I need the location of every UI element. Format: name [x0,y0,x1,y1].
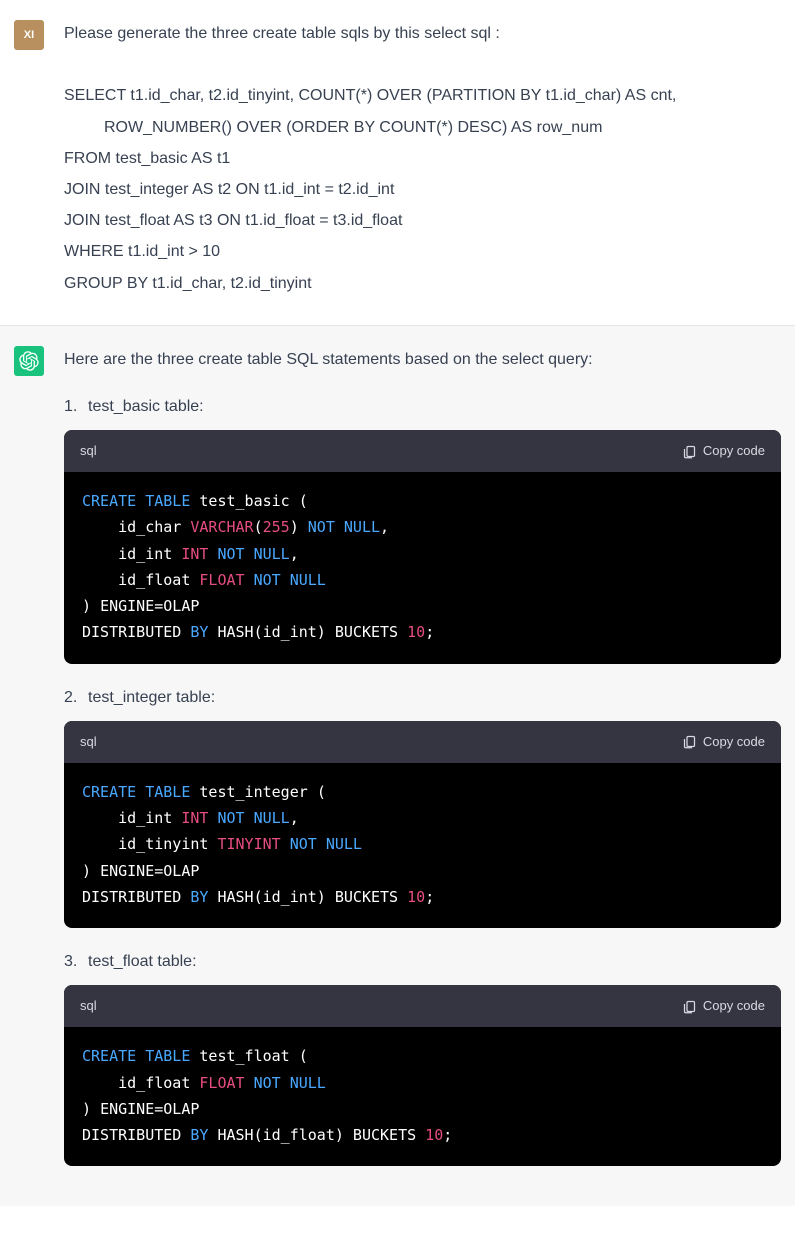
clipboard-icon [682,444,697,459]
user-avatar: XI [14,20,44,50]
user-sql-line: FROM test_basic AS t1 [64,145,781,172]
user-sql-line: ROW_NUMBER() OVER (ORDER BY COUNT(*) DES… [64,114,781,141]
copy-code-label: Copy code [703,440,765,462]
assistant-message: Here are the three create table SQL stat… [0,326,795,1207]
code-block-1: sql Copy code CREATE TABLE test_basic ( … [64,430,781,664]
code-lang-label: sql [80,731,97,753]
user-prompt-intro: Please generate the three create table s… [64,20,781,47]
code-body[interactable]: CREATE TABLE test_integer ( id_int INT N… [64,763,781,928]
code-lang-label: sql [80,995,97,1017]
user-sql-line: JOIN test_integer AS t2 ON t1.id_int = t… [64,176,781,203]
code-header: sql Copy code [64,721,781,763]
copy-code-button[interactable]: Copy code [682,731,765,753]
openai-logo-icon [19,351,39,371]
copy-code-label: Copy code [703,731,765,753]
code-body[interactable]: CREATE TABLE test_basic ( id_char VARCHA… [64,472,781,664]
code-lang-label: sql [80,440,97,462]
code-block-2: sql Copy code CREATE TABLE test_integer … [64,721,781,928]
code-header: sql Copy code [64,985,781,1027]
user-sql-line: GROUP BY t1.id_char, t2.id_tinyint [64,270,781,297]
code-block-3: sql Copy code CREATE TABLE test_float ( … [64,985,781,1166]
user-message: XI Please generate the three create tabl… [0,0,795,326]
clipboard-icon [682,999,697,1014]
list-number: 2. [64,684,78,711]
clipboard-icon [682,734,697,749]
list-number: 3. [64,948,78,975]
user-avatar-label: XI [24,29,34,41]
user-sql-line: SELECT t1.id_char, t2.id_tinyint, COUNT(… [64,82,781,109]
copy-code-label: Copy code [703,995,765,1017]
assistant-content: Here are the three create table SQL stat… [64,346,781,1183]
assistant-avatar [14,346,44,376]
list-label: test_float table: [88,948,197,975]
list-label: test_basic table: [88,393,204,420]
assistant-intro: Here are the three create table SQL stat… [64,346,781,373]
code-header: sql Copy code [64,430,781,472]
list-item-1: 1. test_basic table: [64,393,781,420]
user-sql-line: JOIN test_float AS t3 ON t1.id_float = t… [64,207,781,234]
copy-code-button[interactable]: Copy code [682,995,765,1017]
code-body[interactable]: CREATE TABLE test_float ( id_float FLOAT… [64,1027,781,1166]
user-content: Please generate the three create table s… [64,20,781,301]
list-item-3: 3. test_float table: [64,948,781,975]
copy-code-button[interactable]: Copy code [682,440,765,462]
user-sql-line: WHERE t1.id_int > 10 [64,238,781,265]
list-item-2: 2. test_integer table: [64,684,781,711]
list-label: test_integer table: [88,684,215,711]
list-number: 1. [64,393,78,420]
